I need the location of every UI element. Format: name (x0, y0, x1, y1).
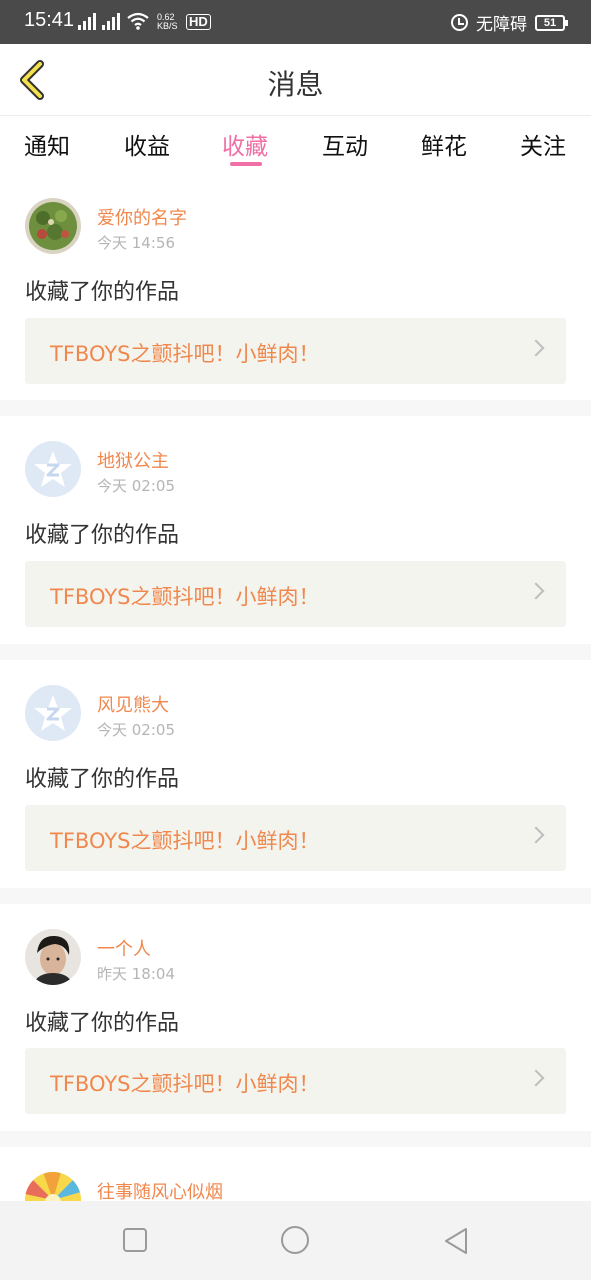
status-bar: 15:41 0.62 KB/S HD 无障碍 51 (0, 0, 591, 44)
message-time: 昨天 18:04 (97, 965, 175, 983)
divider (0, 644, 591, 660)
tab-bar: 通知 收益 收藏 互动 鲜花 关注 (0, 117, 591, 173)
action-text: 收藏了你的作品 (25, 523, 180, 548)
avatar[interactable] (25, 685, 81, 741)
wifi-icon (127, 12, 149, 30)
hd-badge: HD (186, 14, 211, 30)
message-card: 一个人 昨天 18:04 收藏了你的作品 TFBOYS之颤抖吧！小鲜肉！ (0, 904, 591, 1131)
tab-interactions[interactable]: 互动 (322, 127, 368, 161)
action-text: 收藏了你的作品 (25, 767, 180, 792)
square-recents-icon[interactable] (122, 1227, 148, 1253)
food-photo-avatar (25, 198, 81, 254)
signal-icon (78, 12, 96, 30)
chevron-right-icon (527, 582, 545, 600)
avatar[interactable] (25, 441, 81, 497)
person-photo-avatar (25, 929, 81, 985)
message-card: 地狱公主 今天 02:05 收藏了你的作品 TFBOYS之颤抖吧！小鲜肉！ (0, 416, 591, 644)
triangle-back-icon[interactable] (442, 1227, 470, 1255)
divider (0, 1131, 591, 1147)
divider (0, 400, 591, 416)
tab-follows[interactable]: 关注 (520, 127, 566, 161)
page-title: 消息 (267, 68, 324, 101)
colorful-photo-avatar (25, 1172, 81, 1201)
default-star-avatar (25, 685, 81, 741)
work-link[interactable]: TFBOYS之颤抖吧！小鲜肉！ (25, 1048, 566, 1114)
username[interactable]: 爱你的名字 (97, 204, 187, 230)
active-tab-indicator (230, 162, 262, 166)
avatar[interactable] (25, 929, 81, 985)
chevron-right-icon (527, 1069, 545, 1087)
message-time: 今天 02:05 (97, 477, 175, 495)
work-title: TFBOYS之颤抖吧！小鲜肉！ (50, 342, 320, 366)
username[interactable]: 一个人 (97, 935, 151, 961)
action-text: 收藏了你的作品 (25, 1011, 180, 1036)
avatar[interactable] (25, 198, 81, 254)
username[interactable]: 往事随风心似烟 (97, 1178, 223, 1201)
chevron-right-icon (527, 826, 545, 844)
tab-earnings[interactable]: 收益 (124, 127, 170, 161)
username[interactable]: 地狱公主 (97, 447, 169, 473)
action-text: 收藏了你的作品 (25, 280, 180, 305)
message-time: 今天 02:05 (97, 721, 175, 739)
accessibility-label: 无障碍 (476, 15, 527, 35)
username[interactable]: 风见熊大 (97, 691, 169, 717)
work-link[interactable]: TFBOYS之颤抖吧！小鲜肉！ (25, 318, 566, 384)
alarm-icon (451, 14, 468, 31)
tab-flowers[interactable]: 鲜花 (421, 127, 467, 161)
message-card: 往事随风心似烟 (0, 1147, 591, 1201)
chevron-right-icon (527, 339, 545, 357)
avatar[interactable] (25, 1172, 81, 1201)
work-title: TFBOYS之颤抖吧！小鲜肉！ (50, 1072, 320, 1096)
divider (0, 888, 591, 904)
status-right: 无障碍 51 (451, 10, 568, 35)
work-link[interactable]: TFBOYS之颤抖吧！小鲜肉！ (25, 561, 566, 627)
default-star-avatar (25, 441, 81, 497)
work-title: TFBOYS之颤抖吧！小鲜肉！ (50, 829, 320, 853)
message-card: 风见熊大 今天 02:05 收藏了你的作品 TFBOYS之颤抖吧！小鲜肉！ (0, 660, 591, 888)
battery-icon: 51 (535, 14, 568, 31)
work-title: TFBOYS之颤抖吧！小鲜肉！ (50, 585, 320, 609)
header: 消息 (0, 44, 591, 116)
circle-home-icon[interactable] (280, 1225, 310, 1255)
work-link[interactable]: TFBOYS之颤抖吧！小鲜肉！ (25, 805, 566, 871)
message-card: 爱你的名字 今天 14:56 收藏了你的作品 TFBOYS之颤抖吧！小鲜肉！ (0, 174, 591, 400)
signal-indicators (78, 12, 150, 30)
system-nav-bar (0, 1201, 591, 1280)
net-speed: 0.62 KB/S (157, 12, 178, 31)
message-time: 今天 14:56 (97, 234, 175, 252)
tab-notifications[interactable]: 通知 (24, 127, 70, 161)
status-time: 15:41 (24, 9, 75, 31)
signal-icon (102, 12, 120, 30)
tab-favorites[interactable]: 收藏 (222, 127, 268, 161)
